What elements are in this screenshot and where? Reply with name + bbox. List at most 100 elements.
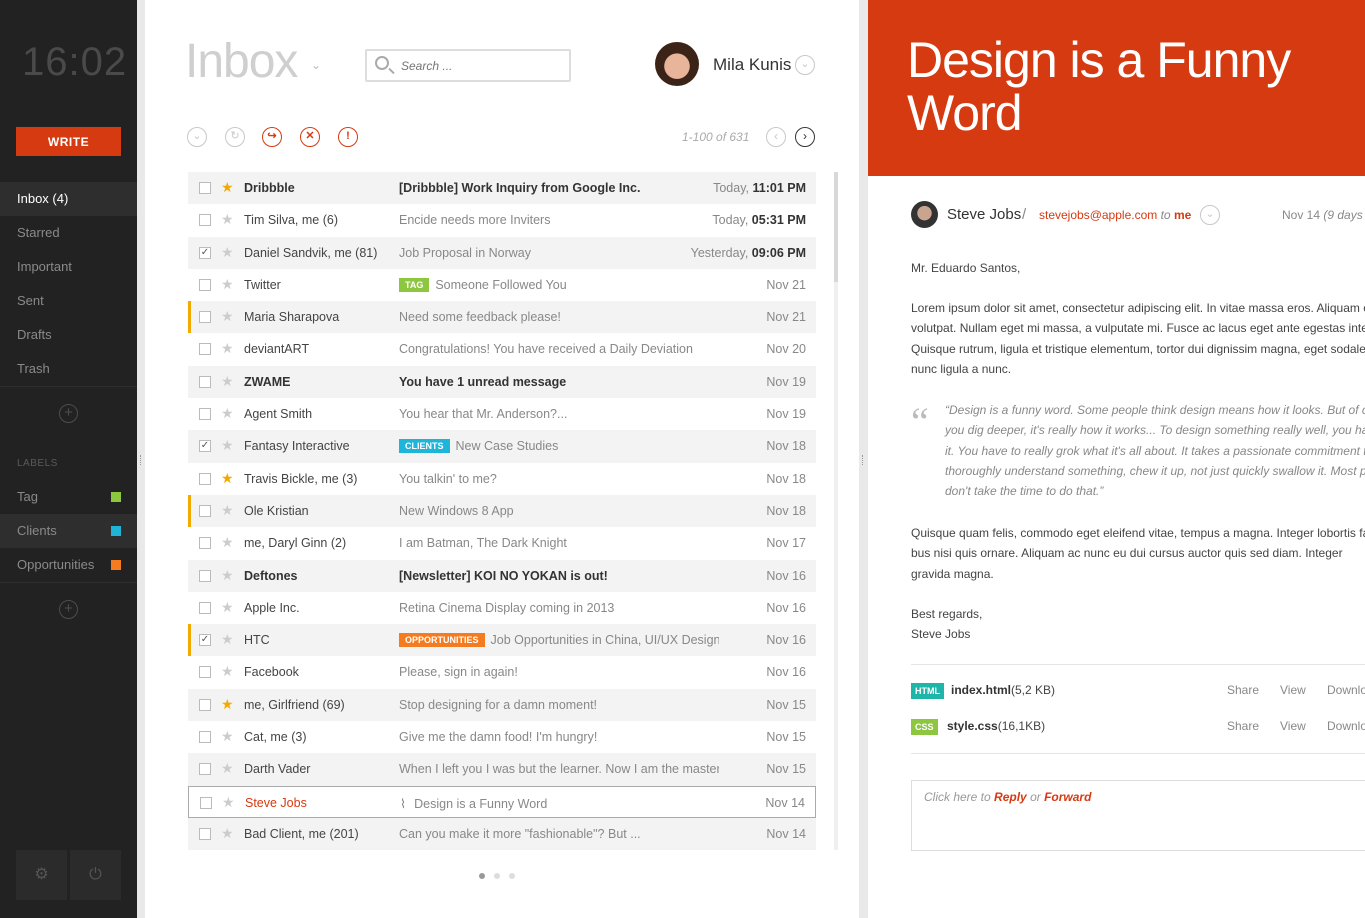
select-dropdown-icon[interactable]: ⌄ — [187, 127, 207, 147]
mail-row[interactable]: ★ Facebook Please, sign in again! Nov 16 — [188, 656, 816, 688]
sender-email[interactable]: stevejobs@apple.com to me — [1039, 208, 1191, 222]
star-icon[interactable]: ★ — [221, 179, 234, 196]
search-input[interactable] — [401, 57, 561, 75]
mail-row[interactable]: ★ Bad Client, me (201) Can you make it mor… — [188, 817, 816, 851]
label-item-opportunities[interactable]: Opportunities — [0, 548, 137, 582]
mail-row[interactable]: ✓ ★ Daniel Sandvik, me (81) Job Proposal in… — [188, 236, 816, 269]
star-icon[interactable]: ★ — [221, 340, 234, 357]
checkbox[interactable] — [199, 601, 211, 614]
checkbox[interactable] — [200, 796, 212, 809]
star-icon[interactable]: ★ — [221, 405, 234, 422]
sidebar-item-starred[interactable]: Starred — [0, 216, 137, 250]
file-name[interactable]: index.html(5,2 KB) — [951, 683, 1055, 697]
settings-button[interactable]: ⚙ — [16, 850, 67, 900]
add-folder-button[interactable]: + — [59, 404, 78, 423]
checkbox[interactable] — [199, 408, 211, 421]
file-name-text[interactable]: index.html — [951, 683, 1011, 697]
view-button[interactable]: View — [1280, 719, 1306, 733]
write-button[interactable]: WRITE — [16, 127, 121, 156]
star-icon[interactable]: ★ — [221, 728, 234, 745]
details-chevron-icon[interactable]: ⌄ — [1200, 205, 1220, 225]
recipient[interactable]: me — [1174, 208, 1191, 222]
checkbox[interactable] — [199, 278, 211, 291]
mail-row[interactable]: ★ Deftones [Newsletter] KOI NO YOKAN is ou… — [188, 559, 816, 592]
star-icon[interactable]: ★ — [221, 696, 234, 713]
reply-link[interactable]: Reply — [994, 790, 1027, 804]
mail-row[interactable]: ★ Tim Silva, me (6) Encide needs more Invi… — [188, 204, 816, 236]
checkbox[interactable] — [199, 504, 211, 517]
prev-page-icon[interactable]: ‹ — [766, 127, 786, 147]
spam-icon[interactable]: ! — [338, 127, 358, 147]
mail-row[interactable]: ★ deviantART Congratulations! You have rec… — [188, 333, 816, 365]
star-icon[interactable]: ★ — [221, 244, 234, 261]
mail-row[interactable]: ★ Darth Vader When I left you I was but th… — [188, 753, 816, 786]
sidebar-item-drafts[interactable]: Drafts — [0, 318, 137, 352]
star-icon[interactable]: ★ — [221, 308, 234, 325]
user-name[interactable]: Mila Kunis — [713, 55, 791, 75]
star-icon[interactable]: ★ — [221, 211, 234, 228]
checkbox[interactable] — [199, 343, 211, 356]
refresh-icon[interactable]: ↻ — [225, 127, 245, 147]
file-name[interactable]: style.css(16,1KB) — [947, 719, 1045, 733]
resize-handle[interactable] — [140, 455, 142, 465]
mail-row[interactable]: ★ me, Daryl Ginn (2) I am Batman, The Dark… — [188, 527, 816, 559]
mail-row[interactable]: ★ ZWAME You have 1 unread message Nov 19 — [188, 365, 816, 399]
next-page-icon[interactable]: › — [795, 127, 815, 147]
share-button[interactable]: Share — [1227, 719, 1259, 733]
star-icon[interactable]: ★ — [221, 437, 234, 454]
file-name-text[interactable]: style.css — [947, 719, 998, 733]
sender-name[interactable]: Steve Jobs — [947, 206, 1021, 223]
label-item-tag[interactable]: Tag — [0, 480, 137, 514]
mail-row[interactable]: ✓ ★ Fantasy Interactive CLIENTS New Case Stu… — [188, 430, 816, 463]
chevron-down-icon[interactable]: ⌄ — [311, 58, 321, 72]
mail-row[interactable]: ★ Steve Jobs ⌇ Design is a Funny Word Nov 14 — [188, 785, 816, 818]
add-label-button[interactable]: + — [59, 600, 78, 619]
star-icon[interactable]: ★ — [221, 470, 234, 487]
mail-row[interactable]: ★ Agent Smith You hear that Mr. Anderson?.… — [188, 398, 816, 430]
mail-row[interactable]: ★ Travis Bickle, me (3) You talkin' to me?… — [188, 463, 816, 495]
avatar[interactable] — [655, 42, 699, 86]
checkbox[interactable]: ✓ — [199, 440, 211, 453]
checkbox[interactable] — [199, 666, 211, 679]
checkbox[interactable] — [199, 698, 211, 711]
star-icon[interactable]: ★ — [221, 534, 234, 551]
star-icon[interactable]: ★ — [221, 567, 234, 584]
star-icon[interactable]: ★ — [221, 663, 234, 680]
scrollbar-thumb[interactable] — [834, 172, 838, 282]
page-dot[interactable] — [479, 873, 485, 879]
user-menu-chevron-icon[interactable]: ⌄ — [795, 55, 815, 75]
checkbox[interactable] — [199, 182, 211, 194]
star-icon[interactable]: ★ — [221, 599, 234, 616]
mail-row[interactable]: ★ Twitter TAG Someone Followed You Nov 21 — [188, 269, 816, 301]
forward-icon[interactable]: ↪ — [262, 127, 282, 147]
reply-box[interactable]: Click here to Reply or Forward — [911, 780, 1365, 851]
checkbox[interactable] — [199, 311, 211, 324]
sidebar-item-inbox[interactable]: Inbox (4) — [0, 182, 137, 216]
star-icon[interactable]: ★ — [222, 794, 235, 811]
download-button[interactable]: Download — [1327, 683, 1365, 697]
sidebar-item-important[interactable]: Important — [0, 250, 137, 284]
email-address[interactable]: stevejobs@apple.com — [1039, 208, 1157, 222]
checkbox[interactable] — [199, 472, 211, 485]
mail-row[interactable]: ★ Apple Inc. Retina Cinema Display coming … — [188, 592, 816, 624]
checkbox[interactable] — [199, 537, 211, 550]
checkbox[interactable] — [199, 763, 211, 776]
mail-row[interactable]: ★ Dribbble [Dribbble] Work Inquiry from Go… — [188, 172, 816, 205]
view-button[interactable]: View — [1280, 683, 1306, 697]
checkbox[interactable] — [199, 731, 211, 744]
sidebar-item-trash[interactable]: Trash — [0, 352, 137, 386]
checkbox[interactable] — [199, 214, 211, 227]
page-dot[interactable] — [494, 873, 500, 879]
star-icon[interactable]: ★ — [221, 502, 234, 519]
resize-handle[interactable] — [862, 455, 864, 465]
star-icon[interactable]: ★ — [221, 276, 234, 293]
label-item-clients[interactable]: Clients — [0, 514, 137, 548]
mail-row[interactable]: ★ Cat, me (3) Give me the damn food! I'm h… — [188, 721, 816, 753]
checkbox[interactable]: ✓ — [199, 246, 211, 259]
checkbox[interactable] — [199, 375, 211, 388]
star-icon[interactable]: ★ — [221, 373, 234, 390]
checkbox[interactable] — [199, 569, 211, 582]
logout-button[interactable]: ⏻ — [70, 850, 121, 900]
download-button[interactable]: Download — [1327, 719, 1365, 733]
mail-row[interactable]: ★ Maria Sharapova Need some feedback pleas… — [188, 301, 816, 334]
